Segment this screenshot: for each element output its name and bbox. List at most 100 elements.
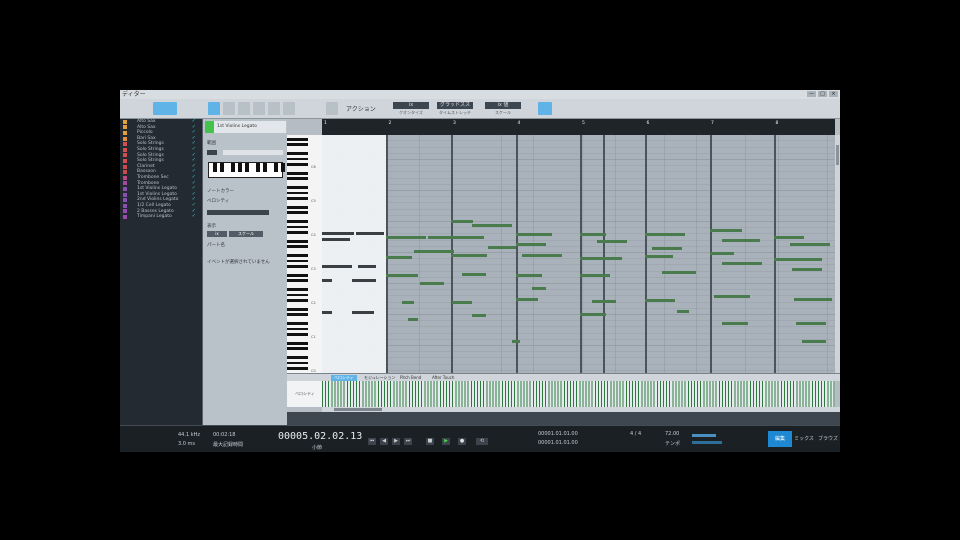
midi-note[interactable] xyxy=(645,233,685,236)
velocity-lane[interactable] xyxy=(322,381,835,407)
loop-start[interactable]: 00001.01.01.00 xyxy=(538,431,578,437)
black-key[interactable] xyxy=(287,197,308,201)
midi-note[interactable] xyxy=(452,301,472,304)
play-button[interactable]: ▶ xyxy=(442,438,450,445)
midi-note[interactable] xyxy=(462,273,486,276)
midi-note[interactable] xyxy=(677,310,689,313)
midi-note[interactable] xyxy=(774,236,804,239)
midi-note[interactable] xyxy=(722,262,762,265)
midi-note[interactable] xyxy=(428,236,458,239)
mini-black-key[interactable] xyxy=(263,163,267,172)
paint-tool-icon[interactable] xyxy=(238,102,250,115)
scale-button[interactable]: ix 値 xyxy=(485,102,521,109)
black-key[interactable] xyxy=(287,293,308,297)
tab-browse[interactable]: ブラウズ xyxy=(816,431,840,447)
close-button[interactable]: × xyxy=(829,91,838,97)
mini-black-key[interactable] xyxy=(281,163,285,172)
black-key[interactable] xyxy=(287,219,308,223)
tab-edit[interactable]: 編集 xyxy=(768,431,792,447)
midi-note[interactable] xyxy=(714,295,750,298)
midi-note[interactable] xyxy=(488,246,516,249)
midi-note[interactable] xyxy=(352,279,376,282)
midi-note[interactable] xyxy=(451,220,473,223)
midi-note[interactable] xyxy=(386,274,418,277)
midi-note[interactable] xyxy=(722,322,748,325)
horizontal-scrollbar[interactable] xyxy=(322,407,840,412)
piano-keyboard[interactable]: C6 C5 C4 C3 C2 C1 C0 xyxy=(287,135,322,373)
midi-note[interactable] xyxy=(790,243,830,246)
record-button[interactable]: ● xyxy=(458,438,466,445)
midi-note[interactable] xyxy=(358,265,376,268)
black-key[interactable] xyxy=(287,321,308,325)
black-key[interactable] xyxy=(287,333,308,337)
black-key[interactable] xyxy=(287,137,308,141)
position-display[interactable]: 00005.02.02.13 xyxy=(278,431,362,442)
mini-black-key[interactable] xyxy=(245,163,249,172)
black-key[interactable] xyxy=(287,313,308,317)
black-key[interactable] xyxy=(287,265,308,269)
midi-note[interactable] xyxy=(710,229,742,232)
black-key[interactable] xyxy=(287,245,308,249)
mini-black-key[interactable] xyxy=(238,163,242,172)
timeline-ruler[interactable]: 1 2 3 4 5 6 7 8 xyxy=(322,119,835,135)
black-key[interactable] xyxy=(287,307,308,311)
black-key[interactable] xyxy=(287,143,308,147)
midi-note[interactable] xyxy=(512,340,520,343)
stretch-button[interactable]: グラッドスス xyxy=(437,102,473,109)
black-key[interactable] xyxy=(287,347,308,351)
arrow-tool-icon[interactable] xyxy=(208,102,220,115)
vertical-scroll-thumb[interactable] xyxy=(836,145,839,165)
midi-note[interactable] xyxy=(408,318,418,321)
time-signature[interactable]: 4 / 4 xyxy=(630,431,641,437)
mini-black-key[interactable] xyxy=(256,163,260,172)
note-grid[interactable] xyxy=(322,135,835,373)
midi-note[interactable] xyxy=(662,271,696,274)
mute-tool-icon[interactable] xyxy=(268,102,280,115)
eraser-tool-icon[interactable] xyxy=(253,102,265,115)
black-key[interactable] xyxy=(287,253,308,257)
midi-note[interactable] xyxy=(645,255,673,258)
black-key[interactable] xyxy=(287,287,308,291)
midi-note[interactable] xyxy=(472,314,486,317)
midi-note[interactable] xyxy=(522,254,562,257)
black-key[interactable] xyxy=(287,225,308,229)
black-key[interactable] xyxy=(287,361,308,365)
track-visible-checkmark-icon[interactable]: ✓ xyxy=(192,213,196,220)
midi-note[interactable] xyxy=(592,300,616,303)
range-dropdown[interactable] xyxy=(207,150,217,155)
black-key[interactable] xyxy=(287,273,308,277)
horizontal-scroll-thumb[interactable] xyxy=(334,408,382,411)
black-key[interactable] xyxy=(287,163,308,167)
midi-note[interactable] xyxy=(516,298,538,301)
split-tool-icon[interactable] xyxy=(283,102,295,115)
black-key[interactable] xyxy=(287,177,308,181)
search-icon[interactable] xyxy=(326,102,338,115)
midi-note[interactable] xyxy=(796,322,826,325)
black-key[interactable] xyxy=(287,191,308,195)
view-scale-button[interactable]: スケール xyxy=(229,231,263,237)
tab-mix[interactable]: ミックス xyxy=(792,431,816,447)
midi-note[interactable] xyxy=(402,301,414,304)
midi-note[interactable] xyxy=(458,236,484,239)
black-key[interactable] xyxy=(287,185,308,189)
midi-note[interactable] xyxy=(580,274,610,277)
midi-note[interactable] xyxy=(722,239,760,242)
action-menu[interactable]: アクション xyxy=(346,104,376,113)
vertical-scrollbar[interactable] xyxy=(835,135,840,373)
black-key[interactable] xyxy=(287,157,308,161)
midi-note[interactable] xyxy=(322,279,332,282)
rewind-start-button[interactable]: ⏮ xyxy=(368,438,376,445)
quantize-button[interactable]: ix xyxy=(393,102,429,109)
forward-end-button[interactable]: ⏭ xyxy=(404,438,412,445)
midi-note[interactable] xyxy=(516,274,542,277)
forward-button[interactable]: ▶ xyxy=(392,438,400,445)
midi-note[interactable] xyxy=(356,232,384,235)
mini-keyboard[interactable] xyxy=(208,162,285,178)
loop-button[interactable]: ⟲ xyxy=(476,438,488,445)
black-key[interactable] xyxy=(287,341,308,345)
view-ix-button[interactable]: ix xyxy=(207,231,227,237)
black-key[interactable] xyxy=(287,171,308,175)
black-key[interactable] xyxy=(287,355,308,359)
track-item[interactable]: Timpani Legato ✓ xyxy=(120,213,202,220)
midi-note[interactable] xyxy=(420,282,444,285)
